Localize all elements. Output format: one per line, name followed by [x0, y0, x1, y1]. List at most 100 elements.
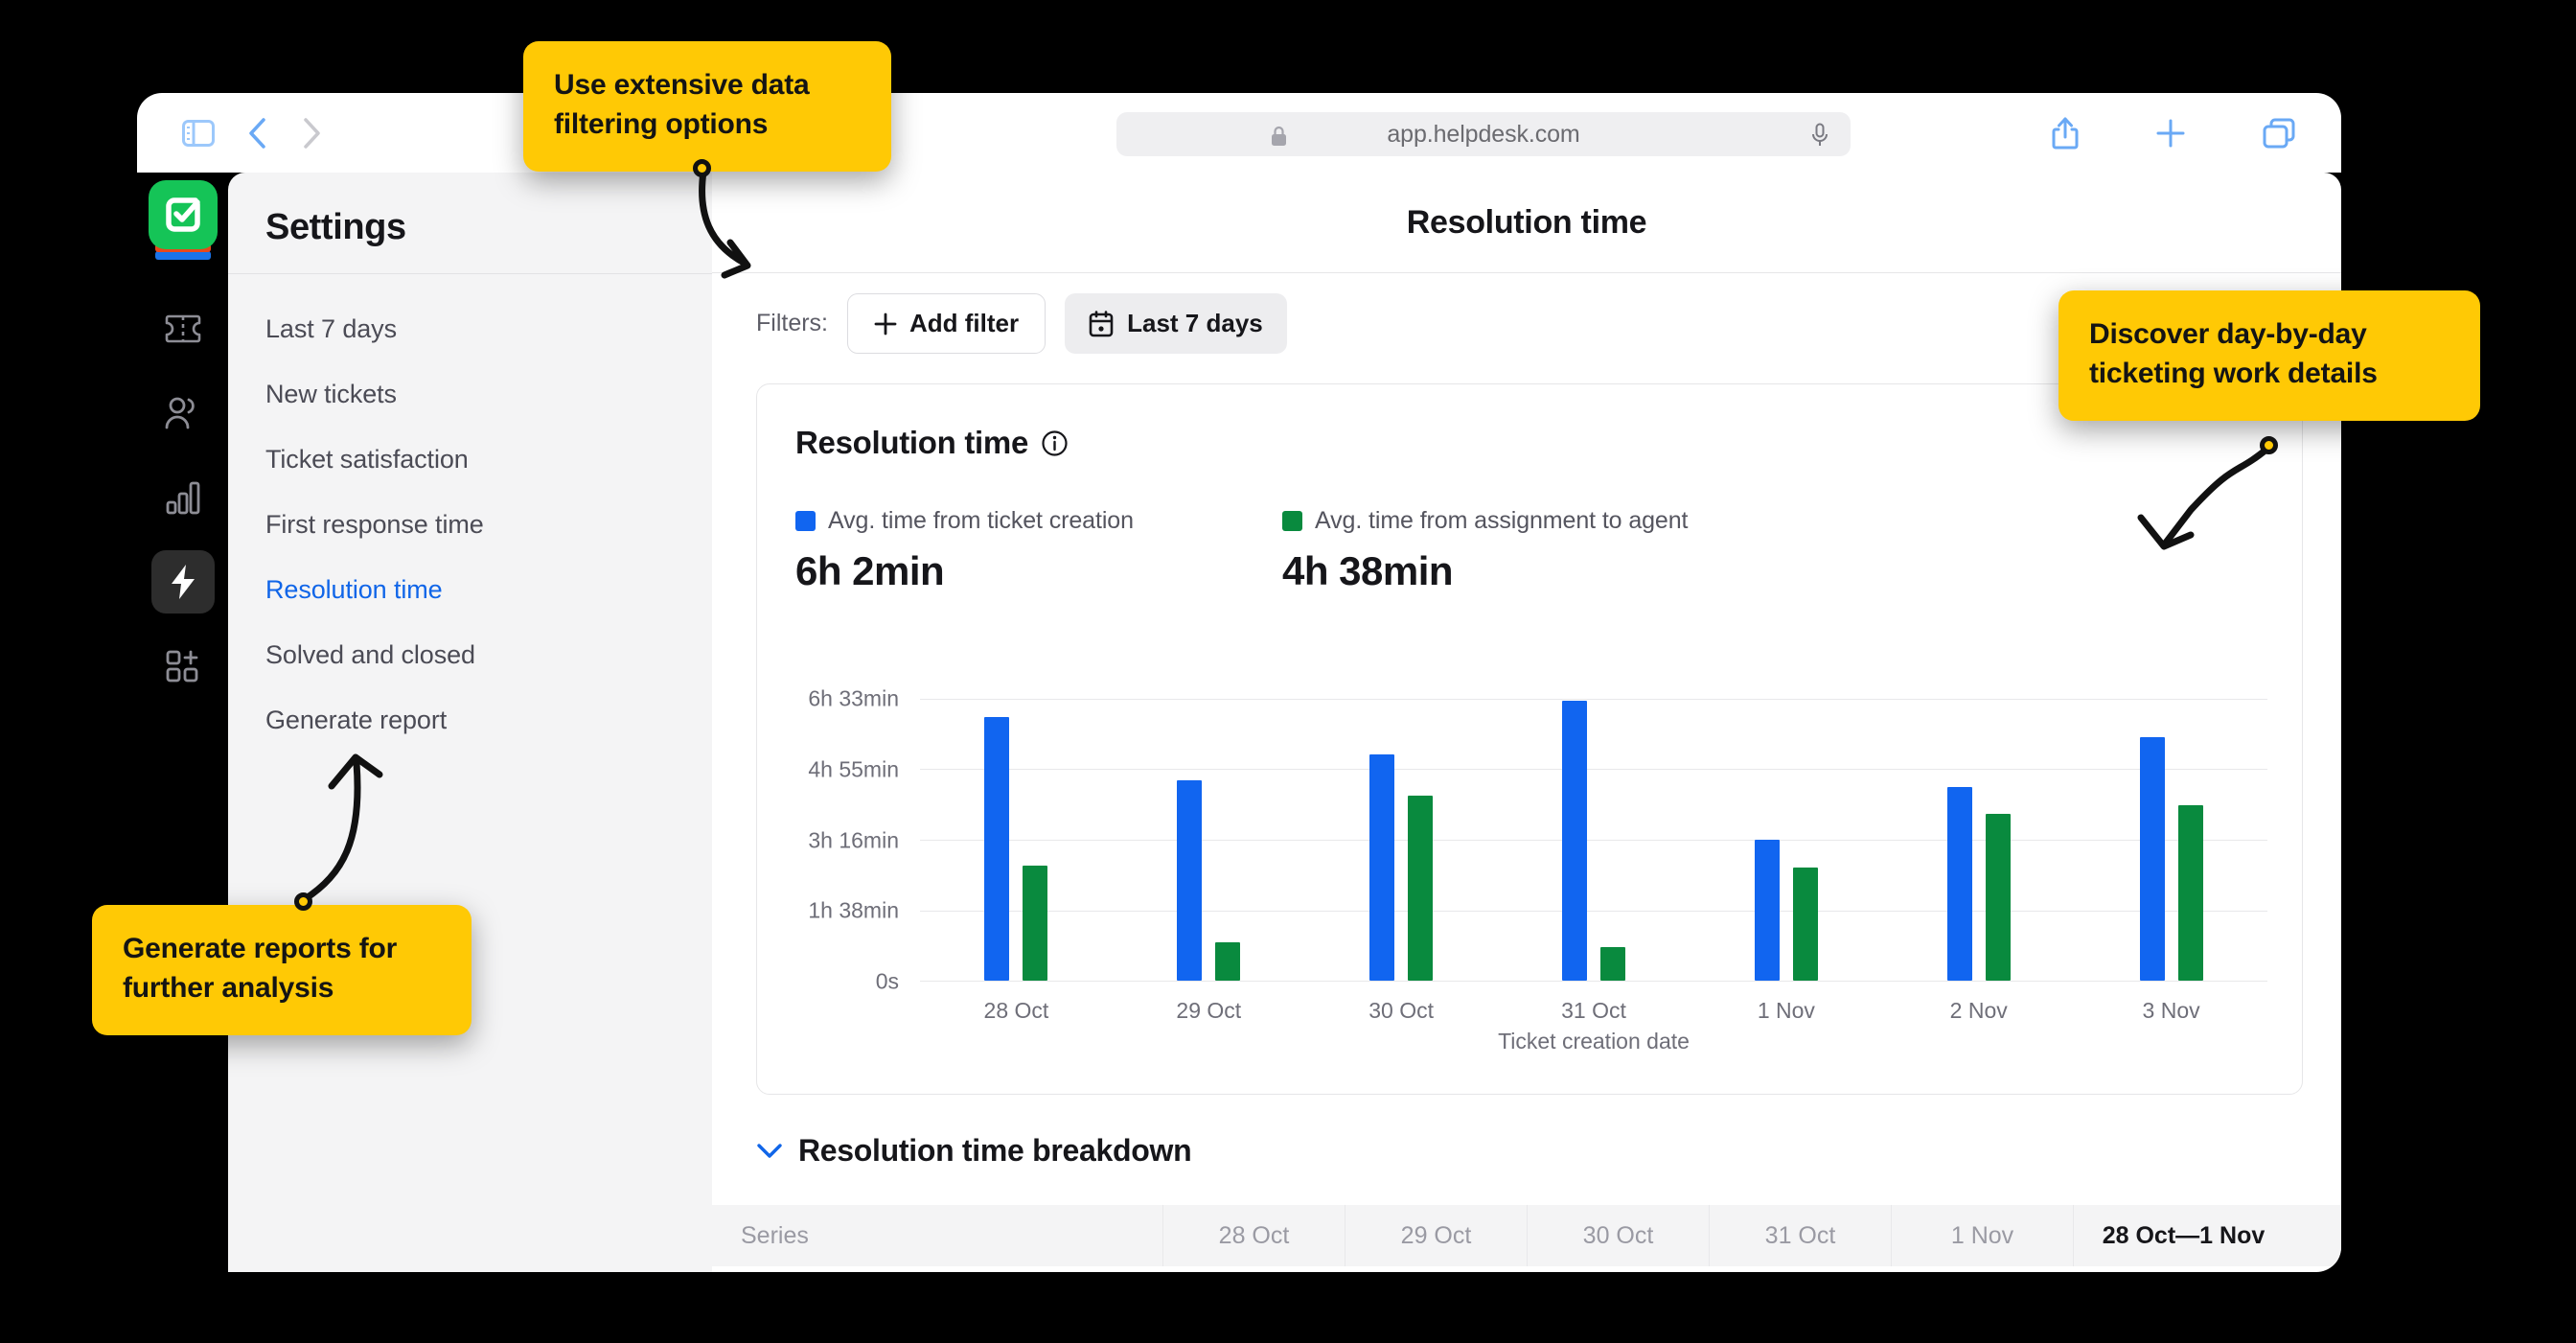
callout-report-anchor — [294, 892, 312, 911]
y-axis-tick: 4h 55min — [808, 756, 899, 782]
table-header-date: 29 Oct — [1345, 1205, 1527, 1266]
info-circle-icon[interactable] — [1042, 430, 1068, 456]
settings-item-ticket-satisfaction[interactable]: Ticket satisfaction — [228, 427, 712, 492]
callout-discover-arrow — [2120, 443, 2292, 577]
share-icon[interactable] — [2052, 117, 2079, 150]
app-nav-rail — [137, 173, 228, 1272]
breakdown-header[interactable]: Resolution time breakdown — [712, 1095, 2341, 1169]
people-icon — [164, 396, 202, 430]
settings-item-first-response-time[interactable]: First response time — [228, 492, 712, 557]
table-header-date: 30 Oct — [1527, 1205, 1709, 1266]
plus-icon — [874, 313, 897, 336]
sidebar-item-apps[interactable] — [151, 635, 215, 698]
bar-blue[interactable] — [2140, 737, 2165, 981]
x-axis-tick: 3 Nov — [2075, 998, 2267, 1024]
bar-chart: 6h 33min4h 55min3h 16min1h 38min0s 28 Oc… — [795, 672, 2275, 1055]
resolution-time-card: Resolution time Avg. time from ticket cr… — [756, 383, 2303, 1095]
legend-label-blue: Avg. time from ticket creation — [828, 507, 1134, 535]
table-header-date: 28 Oct — [1162, 1205, 1345, 1266]
bar-group: 1 Nov — [1690, 699, 1882, 981]
bar-green[interactable] — [1023, 866, 1047, 981]
legend-swatch-green — [1282, 511, 1302, 531]
x-axis-label: Ticket creation date — [920, 1029, 2267, 1054]
apps-add-icon — [165, 649, 201, 683]
settings-item-solved-and-closed[interactable]: Solved and closed — [228, 622, 712, 687]
y-axis-tick: 0s — [876, 969, 899, 995]
bar-green[interactable] — [2178, 805, 2203, 981]
back-chevron-icon[interactable] — [247, 117, 268, 150]
metric-value-green: 4h 38min — [1282, 548, 1769, 594]
app-body: Settings Last 7 days New tickets Ticket … — [137, 173, 2341, 1272]
sidebar-toggle-icon[interactable] — [182, 120, 215, 147]
callout-report-arrow — [288, 748, 441, 911]
x-axis-tick: 28 Oct — [920, 998, 1113, 1024]
legend-swatch-blue — [795, 511, 816, 531]
bar-blue[interactable] — [1947, 787, 1972, 981]
helpdesk-logo-icon[interactable] — [149, 180, 218, 263]
content-header: Resolution time — [712, 173, 2341, 273]
bar-green[interactable] — [1408, 796, 1433, 981]
x-axis-tick: 29 Oct — [1113, 998, 1305, 1024]
bar-blue[interactable] — [1562, 701, 1587, 982]
bar-group: 2 Nov — [1882, 699, 2075, 981]
metric-assignment-to-agent: Avg. time from assignment to agent 4h 38… — [1282, 507, 1769, 594]
divider — [228, 273, 712, 274]
breakdown-table: Series28 Oct29 Oct30 Oct31 Oct1 Nov28 Oc… — [712, 1205, 2341, 1266]
chart-legend: Avg. time from ticket creation 6h 2min A… — [757, 461, 2302, 594]
bar-green[interactable] — [1986, 814, 2011, 981]
sidebar-item-automation[interactable] — [151, 550, 215, 614]
x-axis-tick: 31 Oct — [1498, 998, 1690, 1024]
browser-toolbar: app.helpdesk.com — [137, 93, 2341, 173]
date-range-filter[interactable]: Last 7 days — [1065, 293, 1287, 354]
page-title: Settings — [228, 173, 712, 248]
bar-group: 28 Oct — [920, 699, 1113, 981]
bar-green[interactable] — [1600, 947, 1625, 981]
microphone-icon[interactable] — [1810, 123, 1829, 148]
x-axis-tick: 2 Nov — [1882, 998, 2075, 1024]
forward-chevron-icon[interactable] — [301, 117, 322, 150]
bar-green[interactable] — [1215, 942, 1240, 981]
settings-item-new-tickets[interactable]: New tickets — [228, 361, 712, 427]
sidebar-item-reports[interactable] — [151, 466, 215, 529]
calendar-icon — [1089, 311, 1114, 337]
url-text: app.helpdesk.com — [1387, 121, 1579, 149]
settings-item-resolution-time[interactable]: Resolution time — [228, 557, 712, 622]
bar-blue[interactable] — [1369, 754, 1394, 981]
plus-icon[interactable] — [2155, 118, 2186, 149]
x-axis-tick: 30 Oct — [1305, 998, 1498, 1024]
table-header-series: Series — [712, 1205, 1162, 1266]
table-header-date: 31 Oct — [1709, 1205, 1891, 1266]
lock-icon — [1271, 126, 1287, 147]
bar-blue[interactable] — [984, 717, 1009, 981]
breakdown-title: Resolution time breakdown — [798, 1133, 1191, 1169]
ticket-icon — [164, 313, 202, 345]
callout-discover: Discover day-by-day ticketing work detai… — [2058, 290, 2480, 421]
bar-blue[interactable] — [1755, 840, 1780, 981]
bar-group: 3 Nov — [2075, 699, 2267, 981]
card-title: Resolution time — [795, 425, 1028, 461]
lightning-bolt-icon — [169, 563, 197, 601]
chevron-down-icon[interactable] — [756, 1142, 783, 1161]
y-axis-tick: 6h 33min — [808, 686, 899, 712]
settings-item-last-7-days[interactable]: Last 7 days — [228, 296, 712, 361]
bar-group: 31 Oct — [1498, 699, 1690, 981]
legend-label-green: Avg. time from assignment to agent — [1315, 507, 1688, 535]
bar-blue[interactable] — [1177, 780, 1202, 981]
table-header-date: 1 Nov — [1891, 1205, 2073, 1266]
x-axis-tick: 1 Nov — [1690, 998, 1882, 1024]
add-filter-label: Add filter — [909, 309, 1019, 338]
bar-green[interactable] — [1793, 868, 1818, 981]
sidebar-item-tickets[interactable] — [151, 297, 215, 360]
bar-group: 29 Oct — [1113, 699, 1305, 981]
settings-item-generate-report[interactable]: Generate report — [228, 687, 712, 753]
address-bar[interactable]: app.helpdesk.com — [1116, 112, 1851, 156]
metric-ticket-creation: Avg. time from ticket creation 6h 2min — [795, 507, 1282, 594]
y-axis-tick: 3h 16min — [808, 827, 899, 853]
tabs-icon[interactable] — [2263, 118, 2295, 149]
sidebar-item-customers[interactable] — [151, 382, 215, 445]
callout-filters: Use extensive data filtering options — [523, 41, 891, 172]
settings-panel: Settings Last 7 days New tickets Ticket … — [228, 173, 712, 1272]
bar-chart-icon — [165, 480, 201, 515]
add-filter-button[interactable]: Add filter — [847, 293, 1046, 354]
table-header-row: Series28 Oct29 Oct30 Oct31 Oct1 Nov28 Oc… — [712, 1205, 2341, 1266]
